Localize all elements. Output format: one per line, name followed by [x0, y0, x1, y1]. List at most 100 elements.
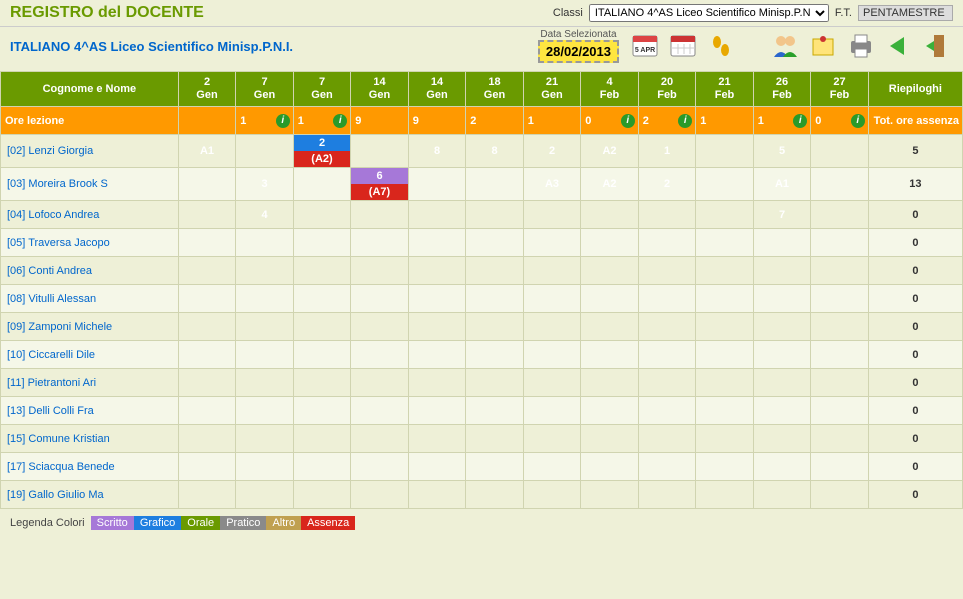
- grade-cell[interactable]: [523, 453, 581, 481]
- grade-cell[interactable]: A3: [523, 168, 581, 201]
- ore-cell[interactable]: 2: [466, 107, 524, 135]
- grade-cell[interactable]: [466, 313, 524, 341]
- grade-cell[interactable]: [236, 285, 294, 313]
- grade-cell[interactable]: [351, 453, 409, 481]
- grade-cell[interactable]: [178, 257, 236, 285]
- grade-cell[interactable]: [696, 453, 754, 481]
- grade-cell[interactable]: [753, 285, 811, 313]
- grade-cell[interactable]: [466, 229, 524, 257]
- grade-cell[interactable]: [178, 369, 236, 397]
- footsteps-icon[interactable]: [705, 30, 737, 62]
- grade-cell[interactable]: [638, 257, 696, 285]
- grade-cell[interactable]: [293, 341, 351, 369]
- grade-cell[interactable]: [638, 369, 696, 397]
- grade-cell[interactable]: [178, 425, 236, 453]
- grade-cell[interactable]: [408, 425, 466, 453]
- grade-cell[interactable]: [236, 313, 294, 341]
- grade-cell[interactable]: [466, 453, 524, 481]
- student-name[interactable]: [19] Gallo Giulio Ma: [1, 481, 179, 509]
- grade-cell[interactable]: [638, 397, 696, 425]
- grade-cell[interactable]: 3: [236, 168, 294, 201]
- student-name[interactable]: [11] Pietrantoni Ari: [1, 369, 179, 397]
- grade-cell[interactable]: [523, 341, 581, 369]
- grade-cell[interactable]: [236, 257, 294, 285]
- grade-cell[interactable]: A2: [581, 168, 639, 201]
- grade-cell[interactable]: [638, 201, 696, 229]
- grade-cell[interactable]: [178, 341, 236, 369]
- grade-cell[interactable]: [696, 397, 754, 425]
- calendar-icon[interactable]: [667, 30, 699, 62]
- grade-cell[interactable]: [581, 285, 639, 313]
- grade-cell[interactable]: [753, 341, 811, 369]
- grade-cell[interactable]: [581, 369, 639, 397]
- grade-cell[interactable]: [638, 481, 696, 509]
- grade-cell[interactable]: [466, 341, 524, 369]
- grade-cell[interactable]: 6(A7): [351, 168, 409, 201]
- printer-icon[interactable]: [845, 30, 877, 62]
- grade-cell[interactable]: [466, 168, 524, 201]
- calendar-small-icon[interactable]: 5 APR: [629, 30, 661, 62]
- grade-cell[interactable]: [811, 229, 869, 257]
- grade-cell[interactable]: [696, 369, 754, 397]
- grade-cell[interactable]: [523, 201, 581, 229]
- student-name[interactable]: [17] Sciacqua Benede: [1, 453, 179, 481]
- grade-cell[interactable]: [753, 453, 811, 481]
- grade-cell[interactable]: [696, 168, 754, 201]
- info-icon[interactable]: i: [851, 114, 865, 128]
- grade-cell[interactable]: [523, 313, 581, 341]
- student-name[interactable]: [04] Lofoco Andrea: [1, 201, 179, 229]
- student-name[interactable]: [08] Vitulli Alessan: [1, 285, 179, 313]
- ore-cell[interactable]: 9: [408, 107, 466, 135]
- grade-cell[interactable]: [408, 313, 466, 341]
- info-icon[interactable]: i: [333, 114, 347, 128]
- grade-cell[interactable]: [408, 453, 466, 481]
- grade-cell[interactable]: [236, 229, 294, 257]
- grade-cell[interactable]: [178, 168, 236, 201]
- grade-cell[interactable]: [351, 313, 409, 341]
- grade-cell[interactable]: [753, 397, 811, 425]
- student-name[interactable]: [03] Moreira Brook S: [1, 168, 179, 201]
- grade-cell[interactable]: [466, 285, 524, 313]
- date-value[interactable]: 28/02/2013: [538, 40, 619, 63]
- grade-cell[interactable]: [351, 257, 409, 285]
- grade-cell[interactable]: [753, 229, 811, 257]
- grade-cell[interactable]: [178, 229, 236, 257]
- grade-cell[interactable]: [523, 425, 581, 453]
- col-header-day[interactable]: 14Gen: [408, 72, 466, 107]
- grade-cell[interactable]: [408, 257, 466, 285]
- info-icon[interactable]: i: [621, 114, 635, 128]
- grade-cell[interactable]: [811, 168, 869, 201]
- student-name[interactable]: [06] Conti Andrea: [1, 257, 179, 285]
- grade-cell[interactable]: [236, 369, 294, 397]
- grade-cell[interactable]: [753, 313, 811, 341]
- exit-door-icon[interactable]: [921, 30, 953, 62]
- grade-cell[interactable]: [293, 313, 351, 341]
- grade-cell[interactable]: [351, 201, 409, 229]
- grade-cell[interactable]: [696, 229, 754, 257]
- grade-cell[interactable]: [696, 313, 754, 341]
- grade-cell[interactable]: [696, 285, 754, 313]
- grade-cell[interactable]: [178, 397, 236, 425]
- col-header-day[interactable]: 21Feb: [696, 72, 754, 107]
- grade-cell[interactable]: [523, 257, 581, 285]
- grade-cell[interactable]: [351, 135, 409, 168]
- col-header-day[interactable]: 21Gen: [523, 72, 581, 107]
- grade-cell[interactable]: [466, 425, 524, 453]
- grade-cell[interactable]: A1: [753, 168, 811, 201]
- ore-cell[interactable]: 0i: [581, 107, 639, 135]
- grade-cell[interactable]: [236, 135, 294, 168]
- ore-cell[interactable]: 9: [351, 107, 409, 135]
- grade-cell[interactable]: [581, 425, 639, 453]
- grade-cell[interactable]: [753, 369, 811, 397]
- grade-cell[interactable]: [696, 425, 754, 453]
- ore-cell[interactable]: 1i: [753, 107, 811, 135]
- grade-cell[interactable]: [523, 285, 581, 313]
- grade-cell[interactable]: [523, 481, 581, 509]
- grade-cell[interactable]: [581, 397, 639, 425]
- grade-cell[interactable]: [638, 313, 696, 341]
- ore-cell[interactable]: 1: [523, 107, 581, 135]
- grade-cell[interactable]: [293, 168, 351, 201]
- grade-cell[interactable]: [638, 453, 696, 481]
- grade-cell[interactable]: [811, 135, 869, 168]
- grade-cell[interactable]: [351, 229, 409, 257]
